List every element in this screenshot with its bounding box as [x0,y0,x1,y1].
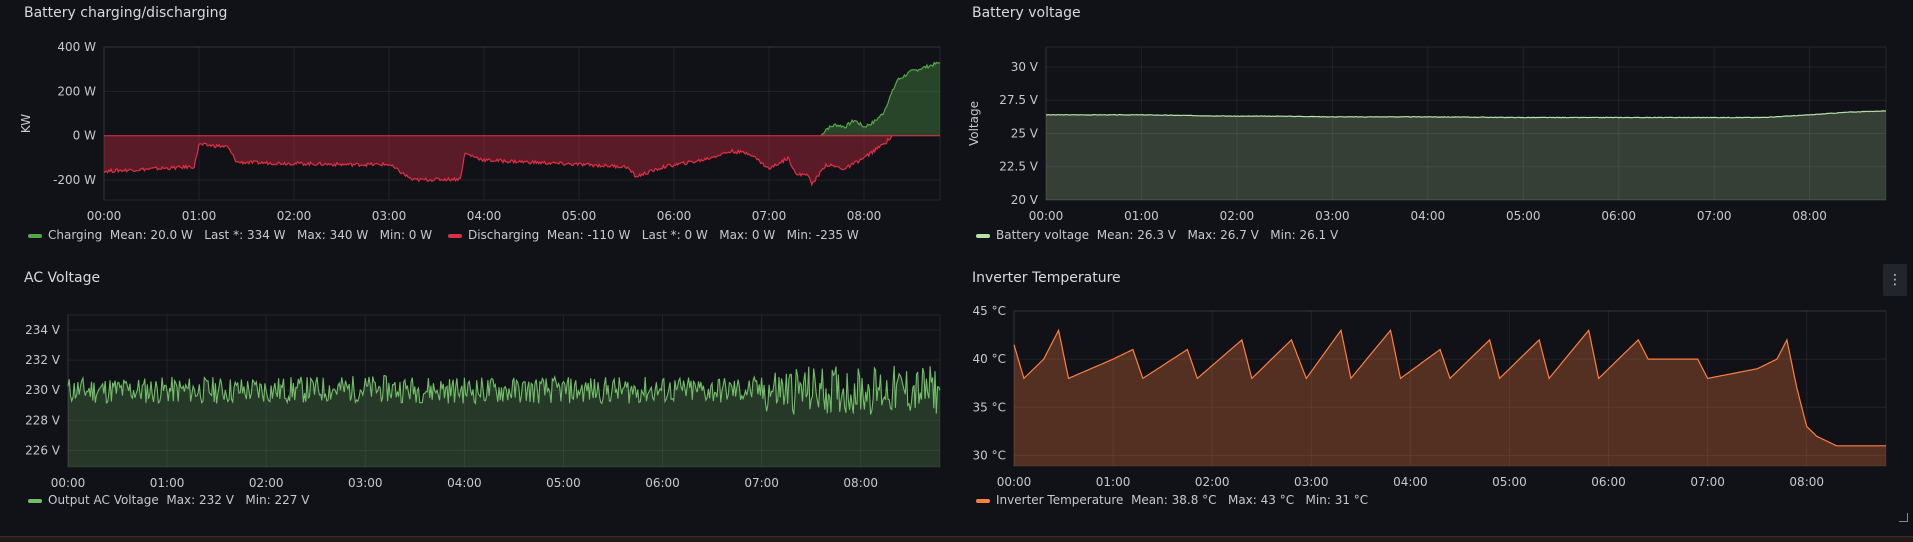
series-charging[interactable] [820,61,941,137]
legend-stats: Max: 232 V Min: 227 V [166,493,310,507]
x-tick-label: 04:00 [467,209,502,223]
x-tick-label: 05:00 [546,476,581,490]
series-area [1014,330,1886,466]
panel-battery: Battery charging/discharging 00:00 01:00 0… [0,0,950,265]
legend-stats: Mean: 20.0 W Last *: 334 W Max: 340 W Mi… [109,228,433,242]
legend-item-discharging[interactable]: Discharging Mean: -110 W Last *: 0 W Max… [446,228,859,242]
x-tick-label: 03:00 [348,476,383,490]
series-discharging[interactable] [103,135,893,187]
legend-stats: Mean: -110 W Last *: 0 W Max: 0 W Min: -… [546,228,859,242]
series-battery-voltage[interactable] [1045,110,1887,200]
x-tick-label: 02:00 [249,476,284,490]
x-tick-label: 02:00 [277,209,312,223]
panel-menu-icon[interactable]: ⋮ [1883,264,1907,296]
legend-series-name: Discharging [467,228,540,242]
x-tick-label: 08:00 [1789,475,1824,489]
x-tick-label: 07:00 [744,476,779,490]
legend-item-inverter-temperature[interactable]: Inverter Temperature Mean: 38.8 °C Max: … [974,493,1368,507]
panel-ac-voltage: AC Voltage 00:00 01:00 02:00 03:00 04:00 05:0… [0,265,950,536]
x-tick-label: 03:00 [1294,475,1329,489]
series-output-ac-voltage[interactable] [67,365,941,467]
x-tick-label: 04:00 [447,476,482,490]
y-tick-label: 234 V [25,323,61,337]
series-inverter-temperature[interactable] [1013,328,1886,466]
y-tick-label: 40 °C [973,352,1006,366]
y-axis-label: KW [19,114,33,133]
y-tick-label: 228 V [25,413,61,427]
x-tick-label: 01:00 [1124,209,1159,223]
x-tick-label: 06:00 [1601,209,1636,223]
x-tick-label: 07:00 [1690,475,1725,489]
y-axis-label: Voltage [967,101,981,146]
y-tick-label: 0 W [73,129,96,143]
series-area [821,62,940,136]
legend-stats: Mean: 38.8 °C Max: 43 °C Min: 31 °C [1131,493,1369,507]
resize-handle-icon[interactable] [1899,513,1908,522]
x-tick-label: 04:00 [1393,475,1428,489]
legend: Battery voltage Mean: 26.3 V Max: 26.7 V… [974,228,1348,242]
legend-swatch [28,498,42,503]
x-tick-label: 01:00 [182,209,217,223]
x-tick-label: 06:00 [657,209,692,223]
y-tick-label: 30 °C [973,448,1006,462]
y-tick-label: 230 V [25,383,61,397]
x-tick-label: 07:00 [752,209,787,223]
panel-inverter-temperature: Inverter Temperature 00:00 01:00 02:00 03:0… [948,265,1913,536]
x-tick-label: 04:00 [1411,209,1446,223]
panel-battery-voltage: Battery voltage 00:00 01:00 02:00 03:00 04:0… [948,0,1913,265]
y-tick-label: -200 W [53,173,96,187]
legend-series-name: Inverter Temperature [996,493,1124,507]
x-tick-label: 06:00 [1591,475,1626,489]
x-tick-label: 06:00 [645,476,680,490]
legend-series-name: Charging [48,228,103,242]
x-tick-label: 03:00 [372,209,407,223]
y-tick-label: 20 V [1011,193,1039,207]
y-tick-label: 200 W [57,84,96,98]
legend: Charging Mean: 20.0 W Last *: 334 W Max:… [26,228,869,242]
legend-item-charging[interactable]: Charging Mean: 20.0 W Last *: 334 W Max:… [26,228,436,242]
y-tick-label: 226 V [25,443,61,457]
y-tick-label: 22.5 V [999,160,1039,174]
x-tick-label: 05:00 [1492,475,1527,489]
x-tick-label: 03:00 [1315,209,1350,223]
y-tick-label: 27.5 V [999,93,1039,107]
bottom-strip [0,536,1913,542]
x-tick-label: 00:00 [87,209,122,223]
x-tick-label: 08:00 [847,209,882,223]
legend-item-battery-voltage[interactable]: Battery voltage Mean: 26.3 V Max: 26.7 V… [974,228,1338,242]
x-tick-label: 00:00 [1029,209,1064,223]
y-tick-label: 232 V [25,353,61,367]
series-area [1046,110,1886,200]
legend-item-output-ac-voltage[interactable]: Output AC Voltage Max: 232 V Min: 227 V [26,493,309,507]
x-tick-label: 02:00 [1220,209,1255,223]
battery-chart[interactable]: 00:00 01:00 02:00 03:00 04:00 05:00 06:00 07:00… [0,0,950,265]
y-tick-label: 25 V [1011,126,1039,140]
x-tick-label: 01:00 [1096,475,1131,489]
x-tick-label: 05:00 [562,209,597,223]
x-tick-label: 08:00 [843,476,878,490]
legend-series-name: Battery voltage [996,228,1090,242]
y-tick-label: 35 °C [973,400,1006,414]
legend-swatch [28,233,42,238]
y-tick-label: 400 W [57,40,96,54]
y-tick-label: 45 °C [973,304,1006,318]
legend: Inverter Temperature Mean: 38.8 °C Max: … [974,493,1378,507]
x-tick-label: 08:00 [1792,209,1827,223]
x-tick-label: 07:00 [1697,209,1732,223]
x-tick-label: 00:00 [51,476,86,490]
x-tick-label: 01:00 [150,476,185,490]
legend-swatch [447,233,462,238]
x-tick-label: 05:00 [1506,209,1541,223]
legend-stats: Mean: 26.3 V Max: 26.7 V Min: 26.1 V [1096,228,1339,242]
x-tick-label: 00:00 [997,475,1032,489]
x-tick-label: 02:00 [1195,475,1230,489]
legend: Output AC Voltage Max: 232 V Min: 227 V [26,493,319,507]
y-tick-label: 30 V [1011,60,1039,74]
legend-swatch [976,233,990,238]
legend-swatch [976,498,990,503]
battery-voltage-chart[interactable]: 00:00 01:00 02:00 03:00 04:00 05:00 06:00 07:00… [948,0,1913,265]
legend-series-name: Output AC Voltage [48,493,159,507]
